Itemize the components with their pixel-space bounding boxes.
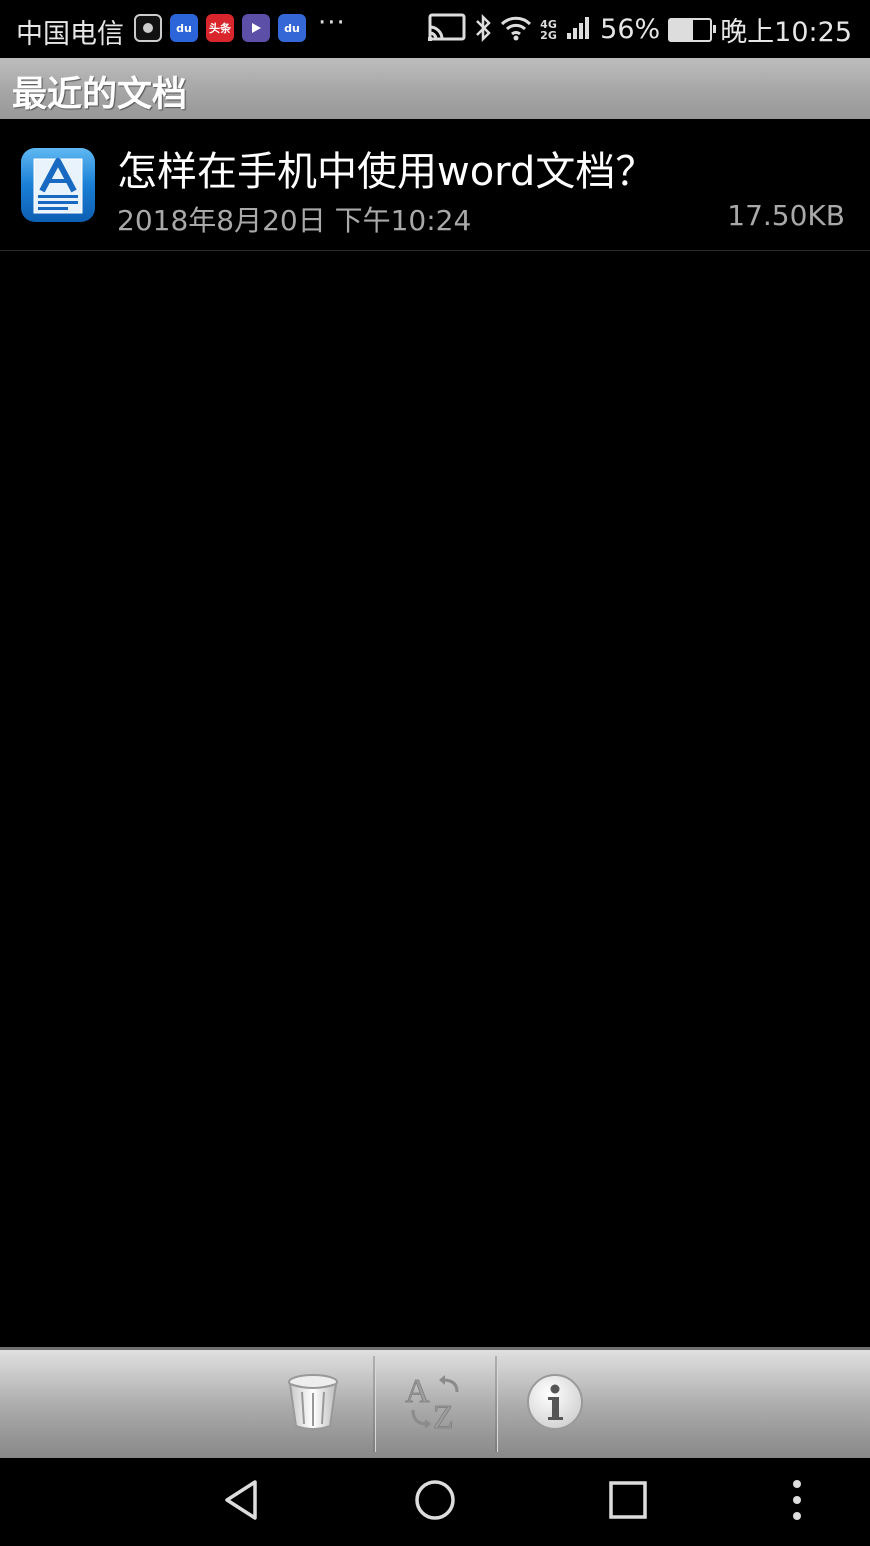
- recents-button[interactable]: [583, 1458, 673, 1546]
- svg-text:A: A: [405, 1373, 430, 1410]
- wifi-icon: [500, 15, 532, 45]
- info-button[interactable]: [495, 1350, 615, 1458]
- status-bar: 中国电信 du 头条 du ··· 4G 2G 56% 晚上10:25: [0, 0, 870, 58]
- more-notifications-icon: ···: [318, 8, 346, 38]
- recents-icon: [608, 1480, 648, 1524]
- page-title: 最近的文档: [12, 75, 188, 115]
- bluetooth-icon: [474, 13, 492, 47]
- list-item[interactable]: 怎样在手机中使用word文档？ 2018年8月20日 下午10:24 17.50…: [0, 119, 870, 251]
- toutiao-app-icon: 头条: [206, 14, 234, 42]
- home-button[interactable]: [390, 1458, 480, 1546]
- baidu-map-app-icon: du: [278, 14, 306, 42]
- battery-fill: [670, 19, 693, 40]
- svg-text:Z: Z: [433, 1399, 454, 1432]
- notification-icons: du 头条 du: [134, 14, 306, 42]
- document-date: 2018年8月20日 下午10:24: [117, 204, 472, 237]
- carrier-label: 中国电信: [16, 19, 124, 50]
- delete-button[interactable]: [253, 1350, 373, 1458]
- network-type-label: 4G 2G: [540, 17, 557, 42]
- status-indicators: 4G 2G 56% 晚上10:25: [428, 10, 852, 49]
- home-icon: [413, 1478, 457, 1526]
- camera-app-icon: [134, 14, 162, 42]
- video-app-icon: [242, 14, 270, 42]
- title-bar: 最近的文档: [0, 58, 870, 119]
- back-button[interactable]: [196, 1458, 286, 1546]
- back-icon: [221, 1478, 261, 1526]
- document-size: 17.50KB: [727, 199, 845, 232]
- signal-icon: [566, 15, 592, 45]
- battery-percent: 56%: [600, 14, 661, 45]
- sort-button[interactable]: A Z: [375, 1350, 495, 1458]
- battery-icon: [668, 17, 717, 42]
- clock: 晚上10:25: [720, 17, 852, 48]
- menu-icon: [791, 1478, 803, 1526]
- bottom-toolbar: A Z: [0, 1347, 870, 1458]
- document-title: 怎样在手机中使用word文档？: [117, 149, 656, 195]
- info-icon: [526, 1373, 584, 1435]
- cast-icon: [428, 13, 466, 47]
- sort-az-icon: A Z: [403, 1372, 467, 1436]
- menu-button[interactable]: [752, 1458, 842, 1546]
- document-app-icon: [20, 147, 96, 223]
- trash-icon: [286, 1372, 340, 1436]
- baidu-app-icon: du: [170, 14, 198, 42]
- navigation-bar: [0, 1458, 870, 1546]
